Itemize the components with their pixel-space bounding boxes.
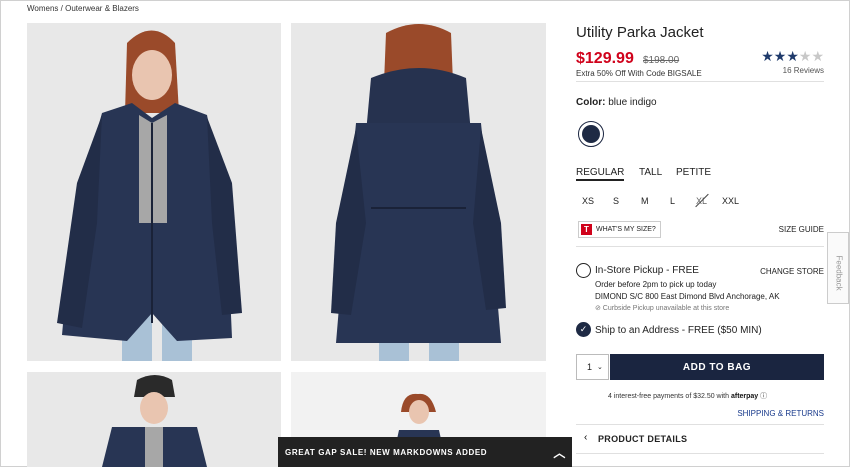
feedback-tab[interactable]: Feedback xyxy=(827,232,849,304)
sale-banner-text: GREAT GAP SALE! NEW MARKDOWNS ADDED xyxy=(285,447,488,457)
half-star-icon: ★ xyxy=(786,48,799,64)
breadcrumb-separator: / xyxy=(60,4,63,13)
fit-tab-petite[interactable]: PETITE xyxy=(676,167,711,178)
color-label: Color: blue indigo xyxy=(576,97,657,108)
size-option-m[interactable]: M xyxy=(641,196,649,206)
star-rating[interactable]: ★★★★★ xyxy=(761,48,824,65)
fit-tab-regular[interactable]: REGULAR xyxy=(576,167,625,181)
size-option-xl-unavailable[interactable]: XL xyxy=(696,196,707,206)
swatch-fill xyxy=(582,125,600,143)
color-swatch-blue-indigo[interactable] xyxy=(578,121,604,147)
fit-tab-tall[interactable]: TALL xyxy=(639,167,662,178)
star-empty-icon: ★ xyxy=(811,48,824,64)
product-title: Utility Parka Jacket xyxy=(576,24,704,41)
change-store-link[interactable]: CHANGE STORE xyxy=(760,267,824,276)
divider xyxy=(576,81,824,82)
star-icon: ★ xyxy=(761,48,774,64)
ship-radio-checked[interactable]: ✓ xyxy=(576,322,591,337)
divider xyxy=(576,453,824,454)
size-option-s[interactable]: S xyxy=(613,196,619,206)
curbside-notice: ⊘ Curbside Pickup unavailable at this st… xyxy=(595,305,730,312)
product-image-front[interactable] xyxy=(27,23,281,361)
breadcrumb-outerwear[interactable]: Outerwear & Blazers xyxy=(65,4,139,13)
quantity-value: 1 xyxy=(587,362,593,372)
pickup-deadline: Order before 2pm to pick up today xyxy=(595,280,717,289)
shipping-returns-link[interactable]: SHIPPING & RETURNS xyxy=(737,409,824,418)
ship-option-title[interactable]: Ship to an Address - FREE ($50 MIN) xyxy=(595,325,762,336)
info-icon[interactable]: ⓘ xyxy=(760,393,767,400)
checkmark-icon: ✓ xyxy=(579,324,588,334)
product-info-panel: Utility Parka Jacket $129.99 $198.00 Ext… xyxy=(576,0,824,467)
chevron-down-icon: ⌄ xyxy=(597,364,603,371)
star-empty-icon: ★ xyxy=(798,48,812,64)
pickup-option-title[interactable]: In-Store Pickup - FREE xyxy=(595,265,699,276)
original-price: $198.00 xyxy=(643,55,680,66)
size-option-l[interactable]: L xyxy=(670,196,675,206)
chevron-left-icon: ‹ xyxy=(584,432,588,443)
whats-my-size-button[interactable]: T WHAT'S MY SIZE? xyxy=(578,221,661,238)
quantity-select[interactable]: 1 ⌄ xyxy=(576,354,609,380)
pickup-store-address: DIMOND S/C 800 East Dimond Blvd Anchorag… xyxy=(595,292,780,301)
true-fit-icon: T xyxy=(581,224,592,235)
whats-my-size-label: WHAT'S MY SIZE? xyxy=(596,226,656,233)
color-value: blue indigo xyxy=(608,97,657,108)
feedback-label: Feedback xyxy=(834,255,844,291)
breadcrumb-womens[interactable]: Womens xyxy=(27,4,58,13)
chevron-up-icon[interactable]: ︿ xyxy=(553,444,566,461)
divider xyxy=(576,246,824,247)
color-label-key: Color: xyxy=(576,97,606,108)
size-guide-link[interactable]: SIZE GUIDE xyxy=(779,225,824,234)
product-details-toggle[interactable]: PRODUCT DETAILS xyxy=(598,434,687,444)
product-image-back[interactable] xyxy=(291,23,546,361)
size-option-xxl[interactable]: XXL xyxy=(722,196,739,206)
sale-banner[interactable]: GREAT GAP SALE! NEW MARKDOWNS ADDED ︿ xyxy=(278,437,572,467)
reviews-link[interactable]: 16 Reviews xyxy=(783,66,824,75)
product-image-beanie[interactable] xyxy=(27,372,281,467)
add-to-bag-button[interactable]: ADD TO BAG xyxy=(610,354,824,380)
afterpay-text: 4 interest-free payments of $32.50 with xyxy=(608,393,730,400)
sale-price: $129.99 xyxy=(576,50,634,67)
size-option-xs[interactable]: XS xyxy=(582,196,594,206)
breadcrumb: Womens / Outerwear & Blazers xyxy=(27,4,139,13)
promo-text: Extra 50% Off With Code BIGSALE xyxy=(576,69,702,78)
pickup-radio[interactable] xyxy=(576,263,591,278)
afterpay-logo: afterpay xyxy=(730,393,759,400)
afterpay-info: 4 interest-free payments of $32.50 with … xyxy=(608,391,767,401)
divider xyxy=(576,424,824,425)
star-icon: ★ xyxy=(773,48,787,64)
